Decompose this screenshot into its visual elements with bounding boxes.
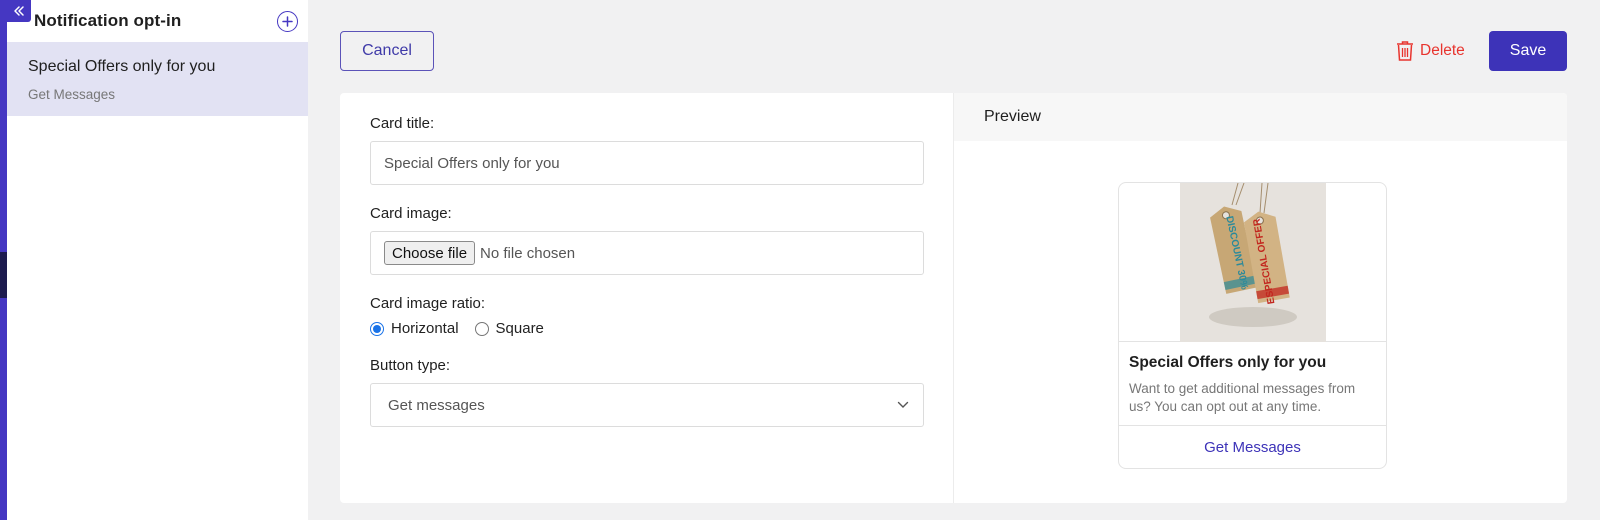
accent-mark bbox=[0, 252, 7, 298]
form-pane: Card title: Card image: Choose file No f… bbox=[340, 93, 954, 503]
radio-horizontal-label: Horizontal bbox=[391, 320, 459, 337]
radio-horizontal[interactable]: Horizontal bbox=[370, 320, 459, 337]
preview-get-messages-button[interactable]: Get Messages bbox=[1119, 425, 1386, 468]
editor-card: Card title: Card image: Choose file No f… bbox=[340, 93, 1567, 503]
sidebar-title: Notification opt-in bbox=[34, 11, 182, 30]
radio-square-label: Square bbox=[495, 320, 544, 337]
card-image-label: Card image: bbox=[370, 205, 452, 222]
preview-card: DISCOUNT 30% ESPECIAL OFFER Special Offe… bbox=[1118, 182, 1387, 469]
offer-tags-image: DISCOUNT 30% ESPECIAL OFFER bbox=[1179, 183, 1326, 342]
card-image-field: Choose file No file chosen bbox=[370, 231, 924, 275]
double-chevron-left-icon bbox=[14, 6, 24, 16]
trash-icon bbox=[1397, 41, 1413, 61]
button-type-value: Get messages bbox=[388, 396, 485, 414]
preview-card-title: Special Offers only for you bbox=[1129, 354, 1327, 371]
file-status: No file chosen bbox=[480, 244, 576, 262]
delete-label: Delete bbox=[1420, 42, 1465, 59]
collapse-sidebar-button[interactable] bbox=[7, 0, 31, 22]
save-button[interactable]: Save bbox=[1489, 31, 1567, 71]
sidebar: Notification opt-in Special Offers only … bbox=[7, 0, 308, 520]
card-title-input[interactable] bbox=[370, 141, 924, 185]
preview-image: DISCOUNT 30% ESPECIAL OFFER bbox=[1119, 183, 1386, 342]
preview-header: Preview bbox=[954, 93, 1567, 141]
sidebar-item-title: Special Offers only for you bbox=[28, 58, 216, 75]
ratio-radio-group: Horizontal Square bbox=[370, 320, 923, 337]
delete-button[interactable]: Delete bbox=[1396, 36, 1465, 66]
preview-card-description: Want to get additional messages from us?… bbox=[1129, 381, 1356, 414]
choose-file-button[interactable]: Choose file bbox=[384, 241, 476, 265]
sidebar-item-subtitle: Get Messages bbox=[28, 87, 116, 102]
radio-square-dot[interactable] bbox=[474, 321, 489, 336]
add-item-button[interactable] bbox=[277, 10, 298, 32]
radio-horizontal-dot[interactable] bbox=[370, 321, 384, 336]
sidebar-item-special-offers[interactable]: Special Offers only for you Get Messages bbox=[7, 42, 308, 116]
card-image-ratio-label: Card image ratio: bbox=[370, 295, 486, 312]
preview-body: DISCOUNT 30% ESPECIAL OFFER Special Offe… bbox=[954, 141, 1567, 503]
plus-circle-icon bbox=[282, 15, 293, 27]
sidebar-header: Notification opt-in bbox=[7, 0, 308, 42]
radio-square[interactable]: Square bbox=[474, 320, 544, 337]
cancel-button[interactable]: Cancel bbox=[340, 31, 434, 71]
preview-pane: Preview DISCOUNT 30% ESPECIAL OFFER Spec… bbox=[954, 93, 1567, 503]
button-type-select[interactable]: Get messages bbox=[370, 383, 924, 427]
button-type-label: Button type: bbox=[370, 357, 451, 374]
chevron-down-icon bbox=[897, 401, 909, 408]
card-title-label: Card title: bbox=[370, 115, 435, 132]
